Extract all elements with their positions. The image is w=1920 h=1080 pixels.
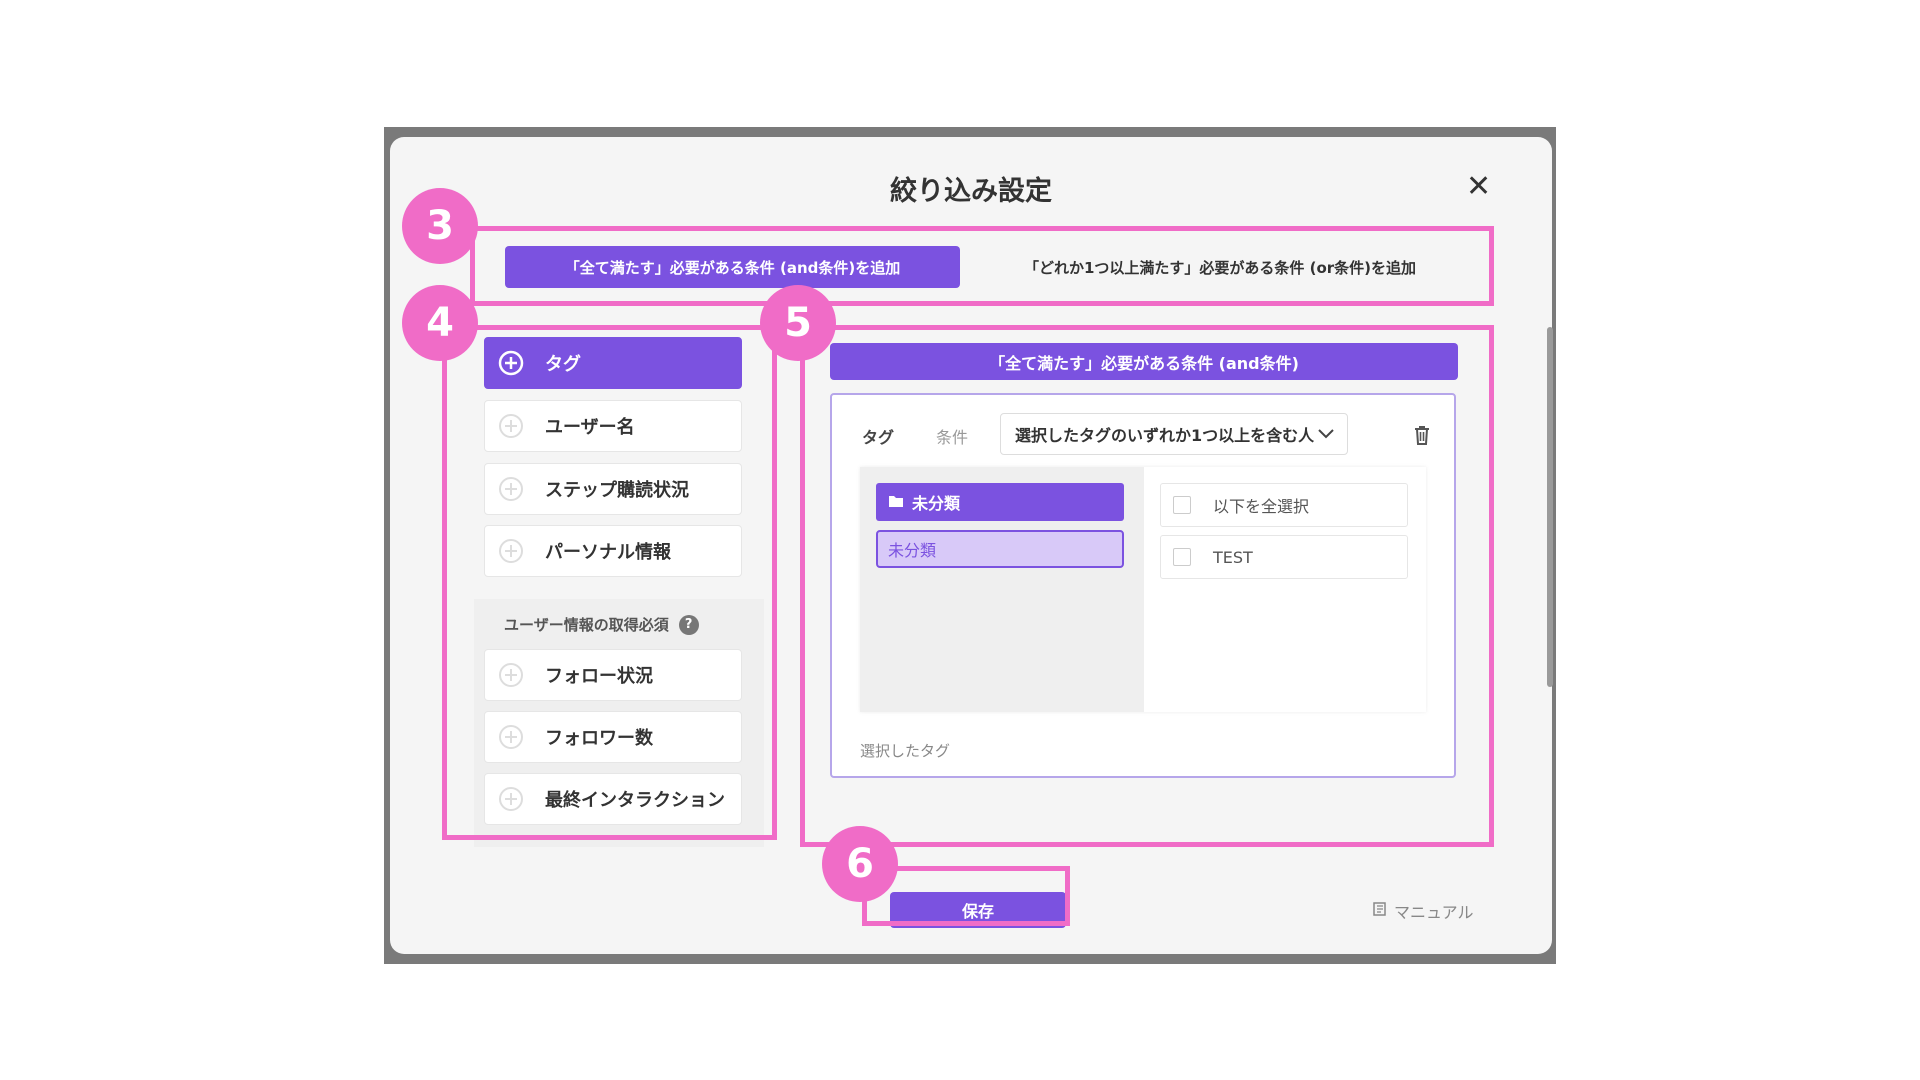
annotation-badge-6: 6 <box>822 826 898 902</box>
book-icon <box>1372 901 1388 921</box>
dialog-scrollbar[interactable] <box>1547 327 1553 687</box>
annotation-box-3 <box>470 226 1494 306</box>
dialog-title: 絞り込み設定 <box>890 176 1052 207</box>
annotation-box-4 <box>442 325 777 840</box>
manual-label: マニュアル <box>1394 903 1474 922</box>
annotation-badge-3: 3 <box>402 188 478 264</box>
annotation-badge-4: 4 <box>402 285 478 361</box>
annotation-badge-5: 5 <box>760 285 836 361</box>
annotation-box-5 <box>800 325 1494 847</box>
close-icon[interactable]: ✕ <box>1466 169 1491 204</box>
manual-link[interactable]: マニュアル <box>1372 899 1474 923</box>
